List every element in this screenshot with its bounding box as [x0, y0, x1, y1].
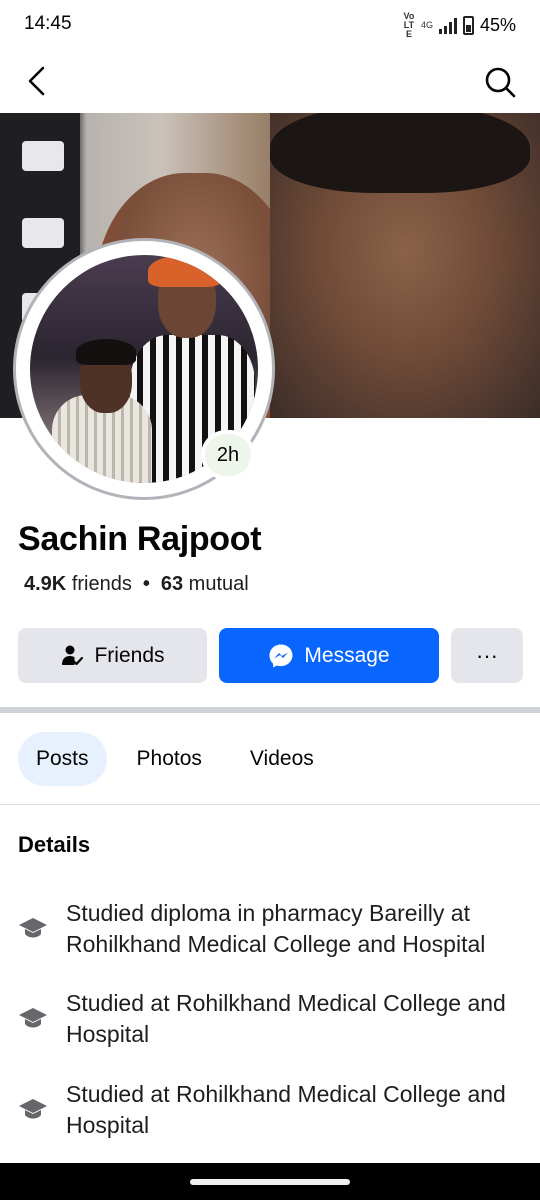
status-indicators: Vo LTE 4G 45%: [403, 12, 516, 39]
cover-photo-detail: [270, 113, 530, 193]
story-age-badge[interactable]: 2h: [201, 430, 255, 480]
more-icon: ···: [476, 642, 498, 668]
tabs-divider: [0, 804, 540, 805]
cover-photo-frame: [22, 141, 64, 171]
friends-count: 4.9K: [24, 573, 67, 595]
network-type: 4G: [420, 20, 433, 30]
messenger-icon: [269, 644, 293, 667]
volte-indicator: Vo LTE: [403, 11, 415, 39]
tab-videos[interactable]: Videos: [232, 732, 332, 786]
chevron-left-icon: [28, 66, 45, 96]
friend-check-icon: [62, 645, 84, 665]
system-nav-bar: [0, 1163, 540, 1200]
status-bar: 14:45 Vo LTE 4G 45%: [0, 0, 540, 48]
details-heading: Details: [18, 832, 91, 857]
mutual-count: 63: [160, 573, 184, 595]
top-nav: [0, 52, 540, 112]
detail-text: Studied at Rohilkhand Medical College an…: [66, 990, 506, 1047]
tab-photos[interactable]: Photos: [119, 732, 220, 786]
profile-tabs: Posts Photos Videos: [18, 732, 344, 786]
message-button-label: Message: [304, 643, 390, 667]
separator-dot: •: [142, 573, 150, 595]
detail-text: Studied at Rohilkhand Medical College an…: [66, 1081, 506, 1138]
friends-button[interactable]: Friends: [18, 628, 207, 683]
friends-label: friends: [71, 573, 132, 595]
cover-photo-person: [270, 113, 540, 418]
more-options-button[interactable]: ···: [451, 628, 523, 683]
battery-percent: 45%: [479, 15, 516, 35]
signal-icon: [438, 17, 457, 34]
battery-icon: [462, 16, 474, 35]
search-icon: [485, 67, 516, 98]
home-indicator[interactable]: [190, 1179, 350, 1185]
graduation-cap-icon: [19, 1099, 47, 1119]
detail-text: Studied diploma in pharmacy Bareilly at …: [66, 900, 486, 957]
graduation-cap-icon: [19, 918, 47, 938]
back-button[interactable]: [20, 62, 60, 102]
story-age-label: 2h: [205, 434, 251, 476]
search-button[interactable]: [480, 62, 520, 102]
friends-button-label: Friends: [94, 643, 165, 667]
mutual-label: mutual: [188, 573, 249, 595]
tab-posts[interactable]: Posts: [18, 732, 107, 786]
profile-actions: Friends Message ···: [18, 628, 523, 683]
message-button[interactable]: Message: [219, 628, 439, 683]
detail-item[interactable]: Studied at Rohilkhand Medical College an…: [18, 988, 523, 1058]
status-time: 14:45: [24, 13, 72, 34]
avatar-detail: [148, 255, 222, 287]
cover-photo-frame: [22, 218, 64, 248]
friends-summary[interactable]: 4.9K friends • 63 mutual: [24, 573, 249, 596]
avatar-detail: [76, 339, 136, 365]
section-divider: [0, 707, 540, 713]
detail-item[interactable]: Studied at Rohilkhand Medical College an…: [18, 1079, 523, 1149]
graduation-cap-icon: [19, 1008, 47, 1028]
detail-item[interactable]: Studied diploma in pharmacy Bareilly at …: [18, 898, 523, 968]
profile-name: Sachin Rajpoot: [18, 520, 262, 558]
